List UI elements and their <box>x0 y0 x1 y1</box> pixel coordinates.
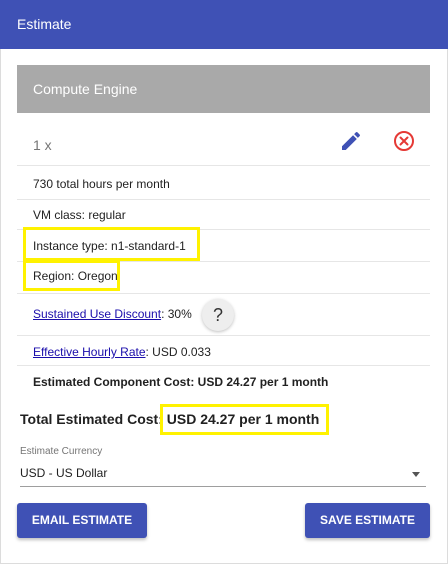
currency-label: Estimate Currency <box>20 446 103 457</box>
component-cost-text: Estimated Component Cost: USD 24.27 per … <box>33 375 329 389</box>
sustained-use-text: Sustained Use Discount: 30% <box>33 307 192 321</box>
save-estimate-button[interactable]: SAVE ESTIMATE <box>305 503 430 538</box>
divider <box>17 335 430 336</box>
email-estimate-button[interactable]: EMAIL ESTIMATE <box>17 503 147 538</box>
currency-value: USD - US Dollar <box>20 466 108 480</box>
total-cost: Total Estimated Cost: USD 24.27 per 1 mo… <box>20 411 319 427</box>
close-circle-icon <box>394 131 414 151</box>
quantity-label: 1 x <box>33 137 52 153</box>
sustained-use-discount-link[interactable]: Sustained Use Discount <box>33 307 161 321</box>
edit-button[interactable] <box>339 129 363 153</box>
pencil-icon <box>342 131 361 150</box>
card-header: Compute Engine <box>17 65 430 113</box>
effective-hourly-rate-link[interactable]: Effective Hourly Rate <box>33 345 146 359</box>
hours-text: 730 total hours per month <box>33 177 170 191</box>
divider <box>17 261 430 262</box>
remove-button[interactable] <box>392 129 416 153</box>
help-button[interactable]: ? <box>202 299 234 331</box>
app-bar: Estimate <box>0 0 448 49</box>
vm-class-text: VM class: regular <box>33 208 126 222</box>
region-text: Region: Oregon <box>33 269 118 283</box>
currency-select[interactable]: USD - US Dollar <box>20 462 426 487</box>
total-cost-value: USD 24.27 per 1 month <box>166 411 320 427</box>
total-cost-label: Total Estimated Cost: <box>20 411 167 427</box>
hourly-rate-text: Effective Hourly Rate: USD 0.033 <box>33 345 211 359</box>
instance-type-text: Instance type: n1-standard-1 <box>33 239 186 253</box>
divider <box>17 199 430 200</box>
page-title: Estimate <box>17 16 72 32</box>
sustained-use-value: : 30% <box>161 307 192 321</box>
divider <box>17 165 430 166</box>
divider <box>17 365 430 366</box>
estimate-card: Compute Engine 1 x 730 total hours per m… <box>17 65 430 395</box>
hourly-rate-value: : USD 0.033 <box>145 345 211 359</box>
divider <box>17 229 430 230</box>
divider <box>17 293 430 294</box>
chevron-down-icon <box>412 472 420 477</box>
card-title: Compute Engine <box>33 81 138 97</box>
